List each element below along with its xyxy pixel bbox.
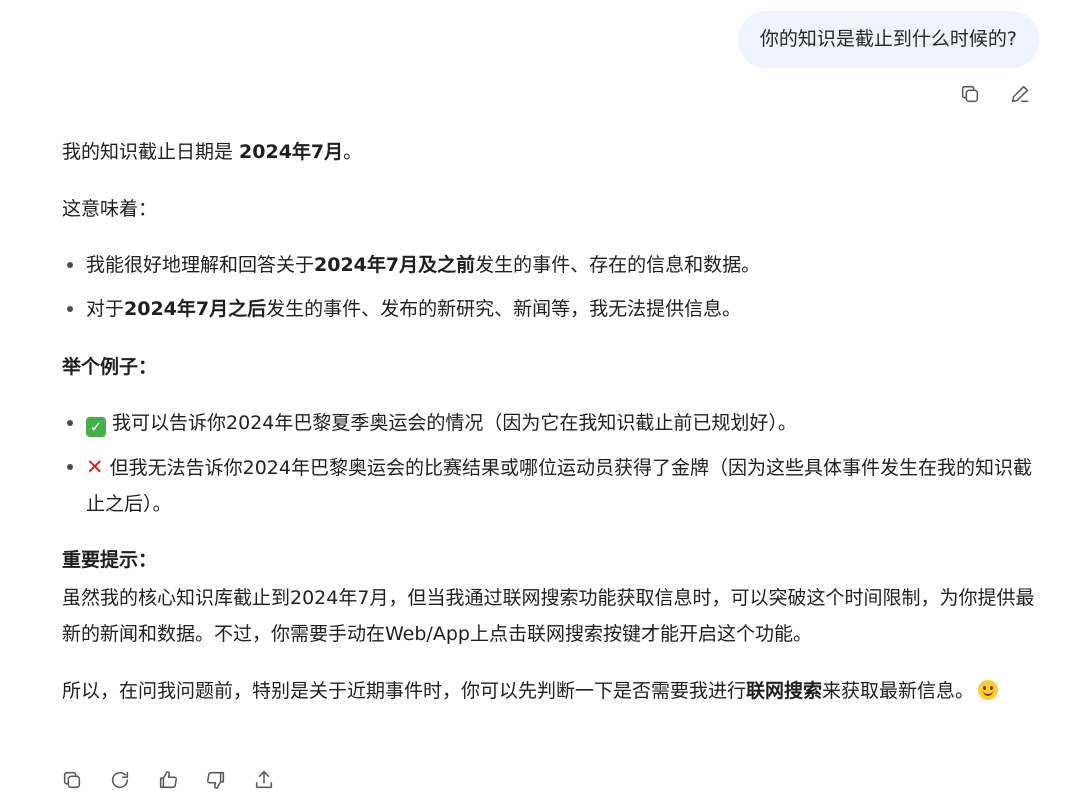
share-icon[interactable]	[252, 768, 276, 792]
answer-paragraph-2: 这意味着：	[62, 198, 158, 220]
edit-icon[interactable]	[1008, 82, 1032, 106]
example-heading: 举个例子：	[62, 356, 158, 378]
list-item: 我能很好地理解和回答关于2024年7月及之前发生的事件、存在的信息和数据。	[62, 247, 1042, 283]
list-item: 对于2024年7月之后发生的事件、发布的新研究、新闻等，我无法提供信息。	[62, 291, 1042, 327]
answer-list-2: ✓ 我可以告诉你2024年巴黎夏季奥运会的情况（因为它在我知识截止前已规划好）。 …	[62, 405, 1042, 530]
user-message-bubble: 你的知识是截止到什么时候的?	[737, 11, 1039, 68]
user-message-actions	[958, 82, 1032, 106]
answer-paragraph-4: 所以，在问我问题前，特别是关于近期事件时，你可以先判断一下是否需要我进行联网搜索…	[62, 673, 1042, 709]
answer-paragraph-3: 虽然我的核心知识库截止到2024年7月，但当我通过联网搜索功能获取信息时，可以突…	[62, 587, 1035, 645]
copy-icon[interactable]	[60, 768, 84, 792]
answer-paragraph-1: 我的知识截止日期是 2024年7月。	[62, 141, 363, 163]
cross-mark-icon: ✕	[86, 455, 104, 479]
user-message-text: 你的知识是截止到什么时候的?	[759, 28, 1017, 50]
regenerate-icon[interactable]	[108, 768, 132, 792]
answer-list-1: 我能很好地理解和回答关于2024年7月及之前发生的事件、存在的信息和数据。 对于…	[62, 247, 1042, 335]
important-heading: 重要提示：	[62, 549, 158, 571]
smile-icon	[978, 680, 999, 700]
list-item: ✓ 我可以告诉你2024年巴黎夏季奥运会的情况（因为它在我知识截止前已规划好）。	[62, 405, 1042, 441]
thumbs-down-icon[interactable]	[204, 768, 228, 792]
list-item: ✕ 但我无法告诉你2024年巴黎奥运会的比赛结果或哪位运动员获得了金牌（因为这些具…	[62, 449, 1042, 522]
thumbs-up-icon[interactable]	[156, 768, 180, 792]
answer-actions	[60, 768, 276, 792]
check-mark-icon: ✓	[86, 417, 106, 437]
copy-icon[interactable]	[958, 82, 982, 106]
